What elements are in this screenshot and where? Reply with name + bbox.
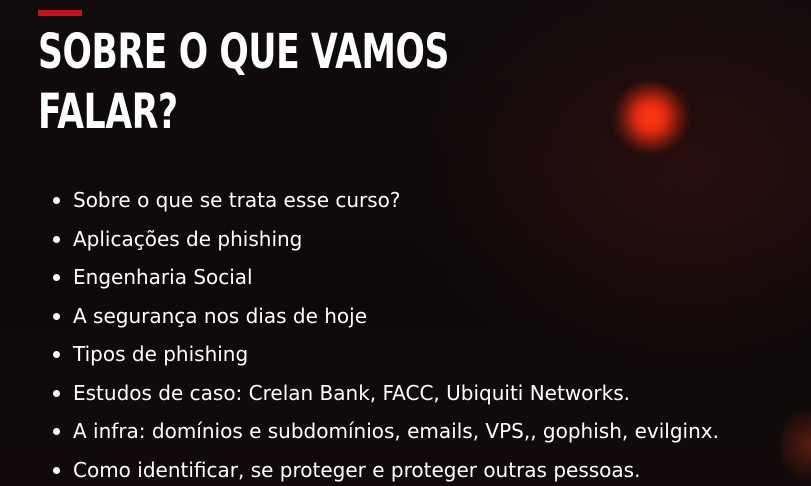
topic-text: Como identificar, se proteger e proteger… — [73, 457, 641, 482]
slide-title: SOBRE O QUE VAMOS FALAR? — [38, 22, 449, 142]
bullet-icon — [53, 312, 60, 320]
bullet-icon — [53, 197, 60, 204]
slide-title-line-2: FALAR? — [38, 84, 178, 140]
topic-text: Sobre o que se trata esse curso? — [73, 188, 401, 212]
topic-item: Estudos de caso: Crelan Bank, FACC, Ubiq… — [52, 374, 719, 413]
topic-item: A segurança nos dias de hoje — [52, 297, 719, 336]
topic-item: Como identificar, se proteger e proteger… — [52, 451, 719, 486]
topic-text: Engenharia Social — [73, 265, 253, 289]
topic-item: Sobre o que se trata esse curso? — [52, 181, 719, 220]
bullet-icon — [53, 351, 60, 358]
bullet-icon — [53, 389, 60, 397]
slide: SOBRE O QUE VAMOS FALAR? Sobre o que se … — [0, 0, 811, 486]
topic-list: Sobre o que se trata esse curso? Aplicaç… — [52, 181, 719, 486]
title-accent-bar — [38, 10, 82, 16]
topic-item: A infra: domínios e subdomínios, emails,… — [52, 412, 719, 451]
slide-title-line-1: SOBRE O QUE VAMOS — [38, 24, 450, 80]
topic-text: Aplicações de phishing — [73, 226, 303, 251]
bullet-icon — [53, 428, 60, 435]
topic-item: Engenharia Social — [52, 258, 719, 297]
bullet-icon — [53, 274, 60, 281]
edge-glow — [781, 400, 811, 486]
bullet-icon — [53, 466, 60, 474]
topic-item: Tipos de phishing — [52, 335, 719, 374]
topic-text: Estudos de caso: Crelan Bank, FACC, Ubiq… — [73, 380, 630, 405]
topic-text: Tipos de phishing — [73, 342, 249, 366]
topic-text: A segurança nos dias de hoje — [73, 303, 368, 328]
topic-item: Aplicações de phishing — [52, 220, 719, 259]
red-glow-orb — [612, 82, 690, 152]
topic-text: A infra: domínios e subdomínios, emails,… — [73, 419, 719, 443]
bullet-icon — [53, 235, 60, 243]
